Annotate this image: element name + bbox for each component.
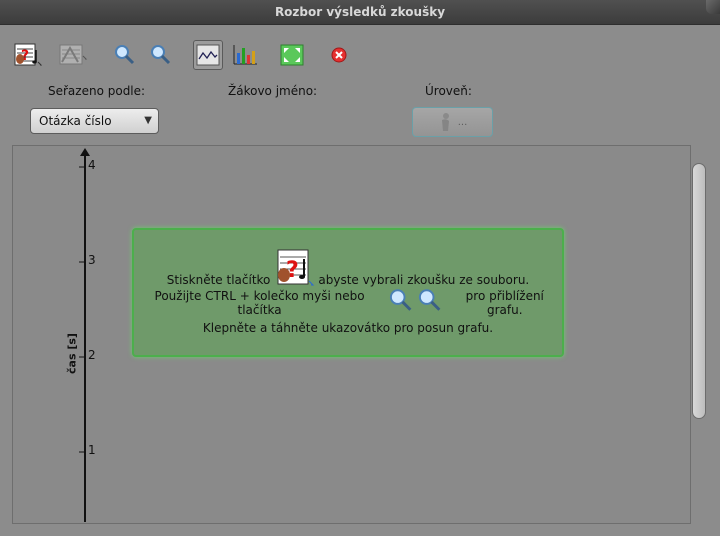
open-exam-icon: ?: [277, 249, 315, 286]
zoom-out-icon: [419, 289, 441, 311]
info-line2-before: Použijte CTRL + kolečko myši nebo tlačít…: [154, 289, 365, 317]
info-box: Stiskněte tlačítko ? abyste vybrali zkou…: [132, 228, 564, 357]
zoom-in-icon: [390, 289, 412, 311]
y-axis-arrow: [80, 148, 90, 156]
y-tick-label: 2: [88, 348, 96, 362]
y-tick-label: 1: [88, 443, 96, 457]
info-line2-after: pro přiblížení grafu.: [465, 289, 544, 317]
info-line3: Klepněte a táhněte ukazovátko pro posun …: [202, 321, 494, 335]
info-line-2: Použijte CTRL + kolečko myši nebo tlačít…: [134, 289, 562, 317]
y-axis: [79, 148, 90, 522]
info-line-1: Stiskněte tlačítko ? abyste vybrali zkou…: [134, 247, 562, 291]
y-tick-label: 3: [88, 253, 96, 267]
info-line-3: Klepněte a táhněte ukazovátko pro posun …: [134, 321, 562, 335]
info-line1-after: abyste vybrali zkoušku ze souboru.: [318, 273, 530, 287]
info-line1-before: Stiskněte tlačítko: [166, 273, 271, 287]
y-axis-label: čas [s]: [65, 333, 79, 374]
y-tick-label: 4: [88, 158, 96, 172]
